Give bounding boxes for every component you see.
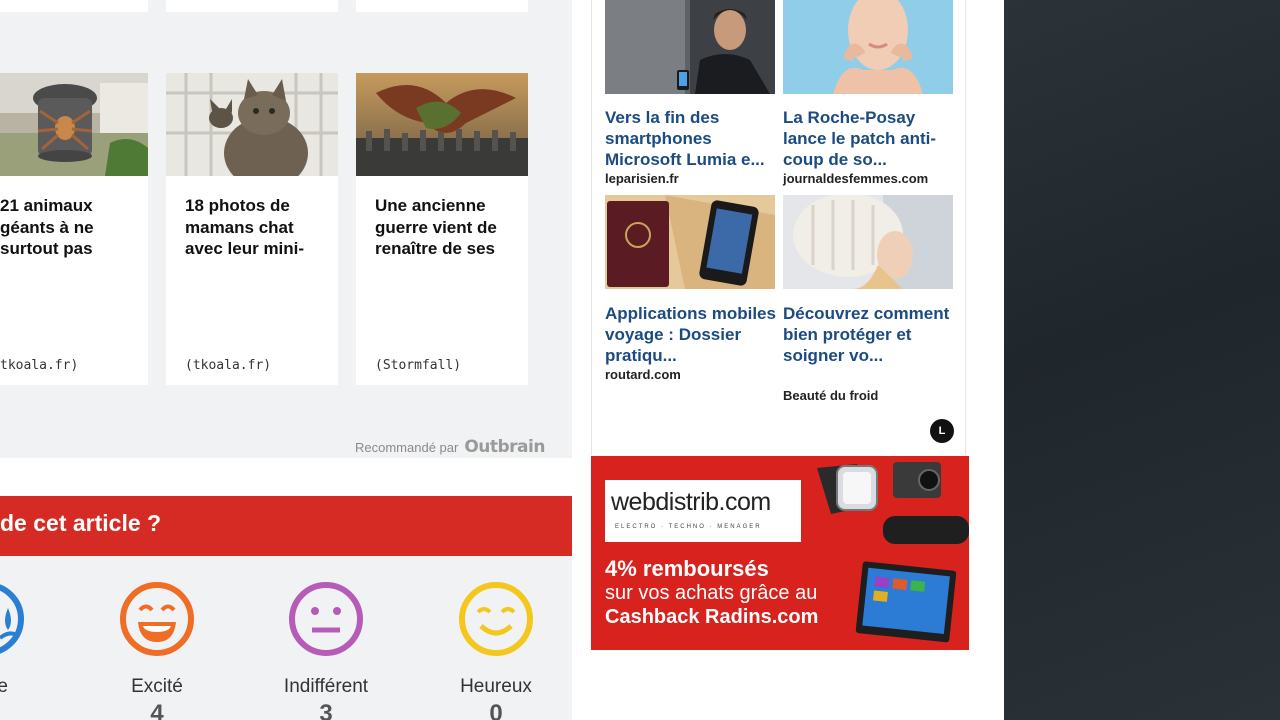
card-title[interactable]: 18 photos de mamans chat avec leur mini- bbox=[185, 195, 325, 259]
reaction-label: Heureux bbox=[460, 676, 532, 697]
recommended-card[interactable]: 18 photos de mamans chat avec leur mini-… bbox=[166, 73, 338, 385]
banner-headline: 4% remboursés bbox=[605, 556, 769, 581]
recommended-card[interactable]: 21 animaux géants à ne surtout pas tkoal… bbox=[0, 73, 148, 385]
happy-face-icon[interactable] bbox=[457, 580, 535, 658]
passport-phone-photo[interactable] bbox=[605, 195, 775, 289]
logo-tagline: ELECTRO · TECHNO · MENAGER bbox=[615, 524, 762, 530]
gadgets-image-icon bbox=[817, 462, 969, 643]
recommended-card[interactable]: Une ancienne guerre vient de renaître de… bbox=[356, 73, 528, 385]
sponsored-title[interactable]: Vers la fin des smartphones Microsoft Lu… bbox=[605, 107, 777, 170]
cat-photo[interactable] bbox=[166, 73, 338, 176]
card-source: tkoala.fr) bbox=[0, 358, 79, 373]
webdistrib-banner-ad[interactable]: webdistrib.com ELECTRO · TECHNO · MENAGE… bbox=[591, 456, 969, 650]
outbrain-logo[interactable]: Outbrain bbox=[464, 437, 545, 457]
card-top-edge bbox=[166, 0, 338, 12]
card-top-edge bbox=[356, 0, 528, 12]
recommended-section: 21 animaux géants à ne surtout pas tkoal… bbox=[0, 0, 572, 458]
webdistrib-logo: webdistrib.com ELECTRO · TECHNO · MENAGE… bbox=[605, 480, 801, 542]
reaction-count: 0 bbox=[489, 700, 503, 720]
woman-face-photo[interactable] bbox=[783, 0, 953, 94]
card-top-edge bbox=[0, 0, 148, 12]
sponsored-title[interactable]: Applications mobiles voyage : Dossier pr… bbox=[605, 303, 777, 366]
dragon-army-photo[interactable] bbox=[356, 73, 528, 176]
banner-cta: Cashback Radins.com bbox=[605, 606, 819, 628]
sponsored-title[interactable]: Découvrez comment bien protéger et soign… bbox=[783, 303, 955, 366]
card-title[interactable]: 21 animaux géants à ne surtout pas bbox=[0, 195, 148, 259]
card-source: (tkoala.fr) bbox=[185, 358, 272, 373]
reaction-label: te bbox=[0, 676, 8, 697]
reaction-question: de cet article ? bbox=[0, 510, 162, 536]
sponsored-source: routard.com bbox=[605, 367, 681, 382]
sponsored-source: Beauté du froid bbox=[783, 388, 879, 403]
ligatus-logo-icon[interactable]: L bbox=[930, 419, 954, 443]
reaction-count: 4 bbox=[150, 700, 164, 720]
reaction-label: Indifférent bbox=[283, 676, 369, 697]
excited-face-icon[interactable] bbox=[118, 580, 196, 658]
reaction-count: 3 bbox=[319, 700, 333, 720]
card-title[interactable]: Une ancienne guerre vient de renaître de… bbox=[375, 195, 515, 259]
card-source: (Stormfall) bbox=[375, 358, 462, 373]
trash-can-spider-photo[interactable] bbox=[0, 73, 148, 176]
woman-winter-hat-photo[interactable] bbox=[783, 195, 953, 289]
sponsored-source: journaldesfemmes.com bbox=[783, 171, 929, 186]
page-background bbox=[1004, 0, 1280, 720]
banner-subline: sur vos achats grâce au bbox=[605, 582, 818, 604]
credit-label: Recommandé par bbox=[355, 439, 459, 455]
presenter-photo[interactable] bbox=[605, 0, 775, 94]
reaction-label: Excité bbox=[131, 676, 183, 697]
neutral-face-icon[interactable] bbox=[287, 580, 365, 658]
reaction-header: de cet article ? bbox=[0, 496, 572, 556]
sad-face-icon[interactable] bbox=[0, 580, 26, 658]
outbrain-credit[interactable]: Recommandé par Outbrain bbox=[355, 437, 545, 457]
sponsored-title[interactable]: La Roche-Posay lance le patch anti-coup … bbox=[783, 107, 955, 170]
sponsored-source: leparisien.fr bbox=[605, 171, 679, 186]
logo-text: webdistrib.com bbox=[611, 488, 771, 516]
